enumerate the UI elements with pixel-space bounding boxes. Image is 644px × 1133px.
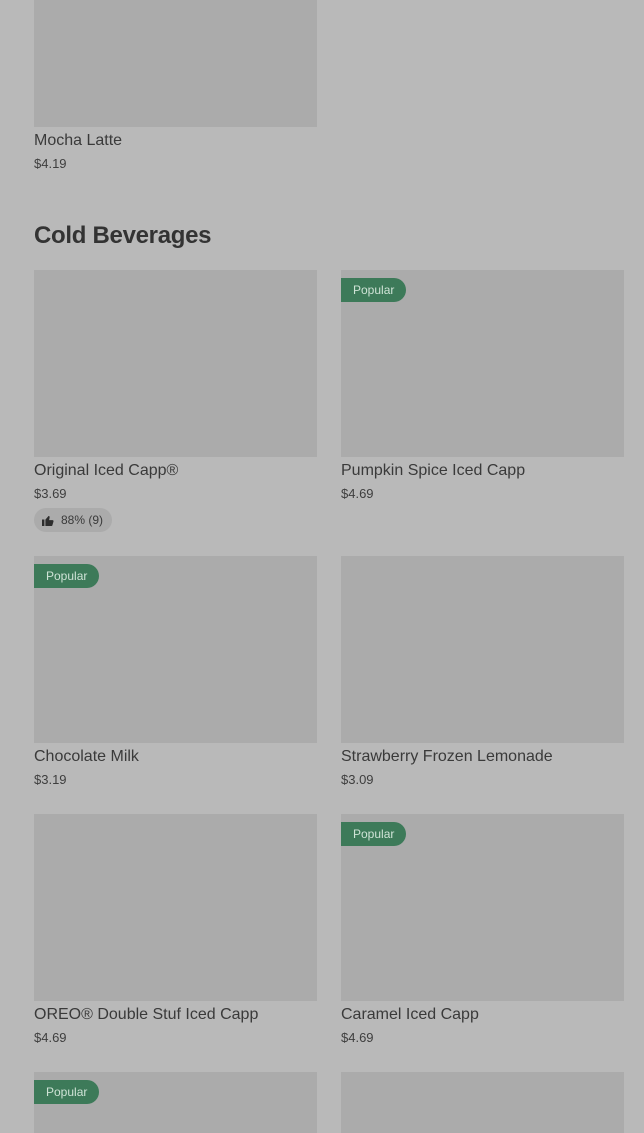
- popular-badge: Popular: [34, 1080, 100, 1104]
- popular-badge: Popular: [341, 822, 407, 846]
- product-price: $4.69: [341, 1030, 374, 1045]
- product-name[interactable]: Chocolate Milk: [34, 748, 139, 766]
- product-image-pumpkin-spice-iced-capp[interactable]: Popular: [341, 270, 624, 457]
- product-price: $3.19: [34, 772, 67, 787]
- rating-text: 88% (9): [61, 513, 104, 527]
- popular-badge: Popular: [341, 278, 407, 302]
- product-image-mocha-latte[interactable]: [34, 0, 317, 127]
- product-name[interactable]: Original Iced Capp®: [34, 462, 178, 480]
- product-price: $4.19: [34, 156, 67, 171]
- section-title: Cold Beverages: [34, 222, 212, 249]
- product-image-oreo-double-stuf-iced-capp[interactable]: [34, 814, 317, 1001]
- product-name[interactable]: Pumpkin Spice Iced Capp: [341, 462, 525, 480]
- product-image-caramel-iced-capp[interactable]: Popular: [341, 814, 624, 1001]
- product-price: $4.69: [34, 1030, 67, 1045]
- product-image[interactable]: Popular: [34, 1072, 317, 1133]
- popular-badge: Popular: [34, 564, 100, 588]
- product-name[interactable]: Strawberry Frozen Lemonade: [341, 748, 553, 766]
- product-image-strawberry-frozen-lemonade[interactable]: [341, 556, 624, 743]
- product-image-original-iced-capp[interactable]: [34, 270, 317, 457]
- rating-pill: 88% (9): [34, 508, 113, 532]
- product-name[interactable]: Caramel Iced Capp: [341, 1006, 479, 1024]
- product-price: $3.69: [34, 486, 67, 501]
- product-name[interactable]: Mocha Latte: [34, 132, 122, 150]
- product-price: $4.69: [341, 486, 374, 501]
- thumbs-up-icon: [42, 515, 54, 526]
- product-price: $3.09: [341, 772, 374, 787]
- product-image[interactable]: [341, 1072, 624, 1133]
- product-image-chocolate-milk[interactable]: Popular: [34, 556, 317, 743]
- product-name[interactable]: OREO® Double Stuf Iced Capp: [34, 1006, 258, 1024]
